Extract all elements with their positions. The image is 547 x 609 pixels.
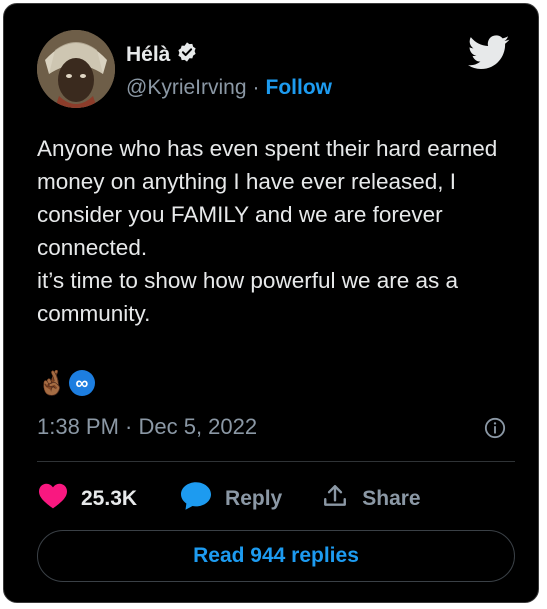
divider — [37, 461, 515, 462]
follow-button[interactable]: Follow — [266, 76, 333, 100]
author-handle[interactable]: @KyrieIrving — [126, 76, 247, 100]
handle-row: @KyrieIrving · Follow — [126, 76, 332, 100]
crossed-fingers-emoji: 🤞🏾 — [37, 370, 67, 397]
share-label: Share — [362, 487, 421, 510]
author-name[interactable]: Hélà — [126, 43, 170, 67]
emoji-row: 🤞🏾 ∞ — [37, 370, 95, 398]
like-count: 25.3K — [81, 487, 138, 510]
heart-icon — [39, 483, 67, 515]
reply-bubble-icon — [181, 482, 212, 516]
like-button[interactable]: 25.3K — [39, 483, 137, 515]
author-name-row: Hélà — [126, 41, 198, 68]
twitter-bird-icon[interactable] — [468, 31, 510, 73]
infinity-icon: ∞ — [68, 370, 95, 396]
avatar[interactable] — [37, 30, 115, 108]
read-replies-button[interactable]: Read 944 replies — [37, 530, 515, 582]
tweet-card: Hélà @KyrieIrving · Follow Anyone who ha… — [3, 3, 539, 603]
verified-badge-icon — [176, 41, 198, 68]
share-button[interactable]: Share — [322, 483, 421, 515]
separator-dot: · — [252, 76, 260, 99]
reply-button[interactable]: Reply — [181, 482, 282, 516]
share-icon — [322, 483, 348, 515]
reply-label: Reply — [225, 487, 283, 510]
action-bar: 25.3K Reply Share — [39, 482, 421, 516]
tweet-timestamp[interactable]: 1:38 PM · Dec 5, 2022 — [37, 414, 257, 440]
info-icon[interactable] — [484, 417, 506, 439]
tweet-text: Anyone who has even spent their hard ear… — [37, 136, 498, 326]
